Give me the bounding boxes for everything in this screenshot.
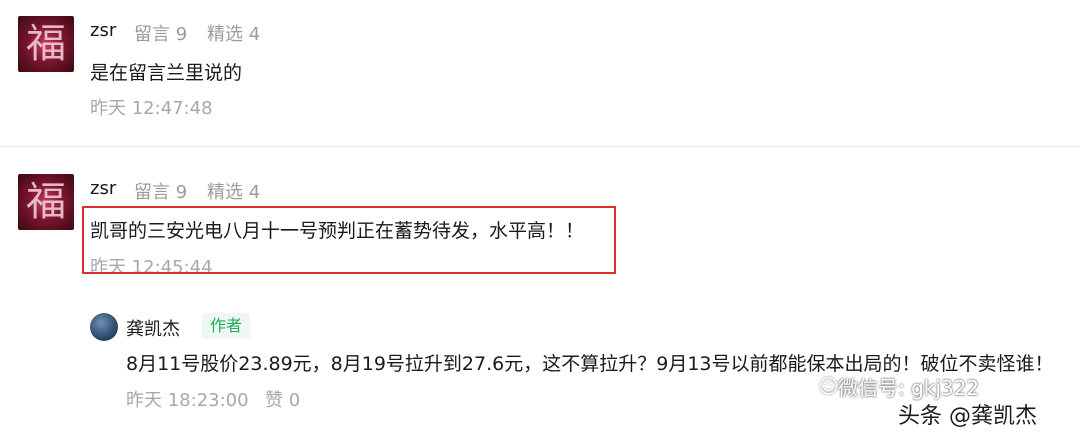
comment-text: 是在留言兰里说的 — [90, 62, 243, 84]
highlight-box — [82, 206, 616, 274]
avatar-fu-glyph: 福 — [26, 21, 66, 67]
toutiao-watermark: 头条 @龚凯杰 — [898, 404, 1037, 429]
wechat-watermark: 微信号: gkj322 — [838, 376, 980, 400]
featured-count: 精选 4 — [207, 182, 261, 203]
featured-count: 精选 4 — [207, 24, 261, 45]
author-avatar[interactable] — [90, 313, 118, 341]
comment-divider — [0, 146, 1080, 147]
message-count: 留言 9 — [134, 24, 188, 45]
message-count: 留言 9 — [134, 182, 188, 203]
comment-time: 昨天 12:47:48 — [90, 98, 213, 119]
reply-time: 昨天 18:23:00 — [126, 390, 249, 411]
like-button[interactable]: 赞 0 — [265, 386, 300, 412]
reply-author-name[interactable]: 龚凯杰 — [126, 315, 180, 341]
avatar[interactable]: 福 — [18, 16, 74, 72]
author-name[interactable]: zsr — [90, 178, 116, 199]
avatar[interactable]: 福 — [18, 174, 74, 230]
avatar-fu-glyph: 福 — [26, 179, 66, 225]
author-name[interactable]: zsr — [90, 20, 116, 41]
author-badge: 作者 — [202, 313, 251, 339]
